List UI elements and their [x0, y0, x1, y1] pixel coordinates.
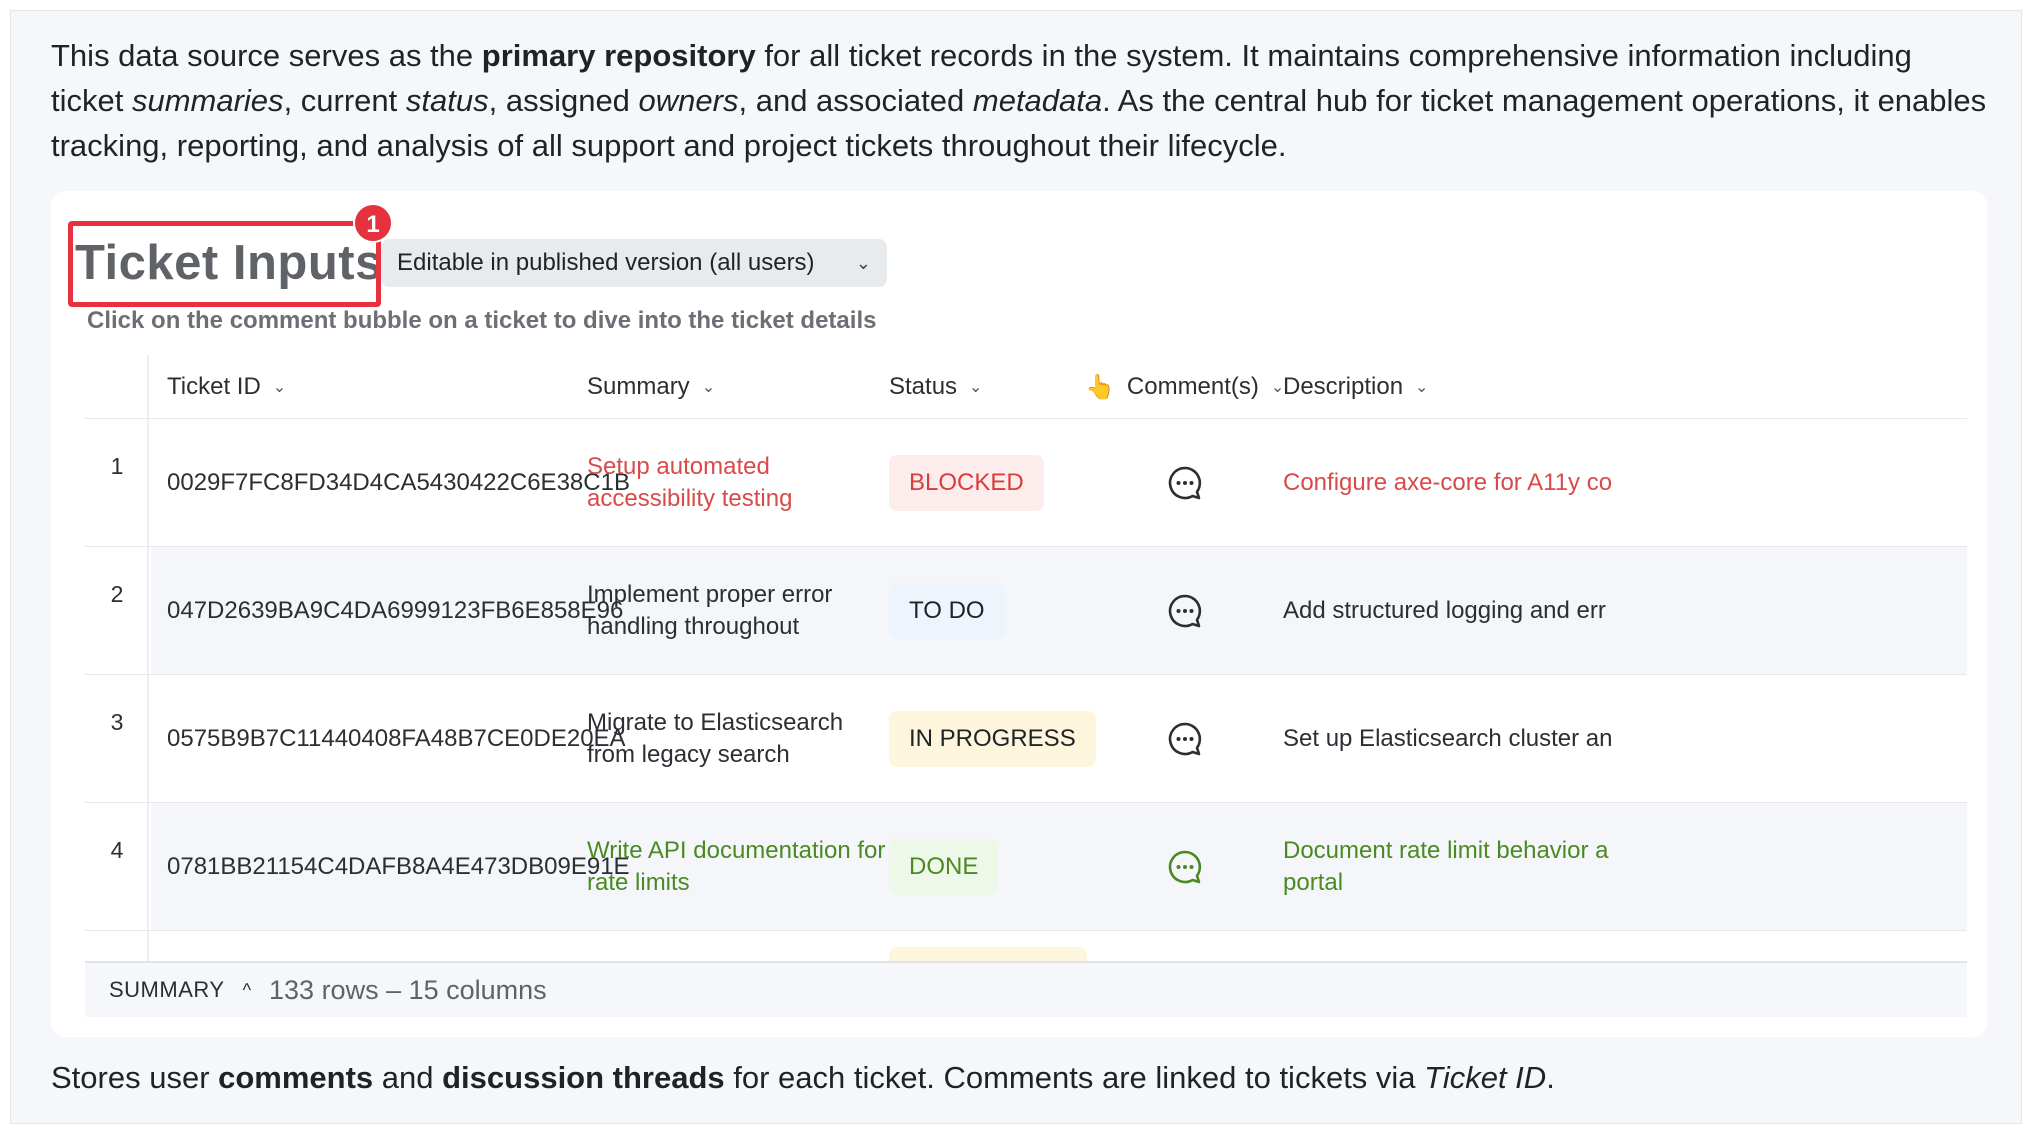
ticket-table: Ticket ID ⌄ Summary ⌄ Status ⌄ 👆 Comment…	[85, 355, 1967, 997]
row-number: 3	[110, 709, 124, 735]
table-header: Ticket ID ⌄ Summary ⌄ Status ⌄ 👆 Comment…	[85, 355, 1967, 419]
chevron-down-icon: ⌄	[272, 379, 287, 396]
card-subtitle: Click on the comment bubble on a ticket …	[87, 307, 877, 334]
ticket-id-cell[interactable]: 047D2639BA9C4DA6999123FB6E858E96	[167, 547, 623, 674]
chevron-down-icon: ⌄	[855, 252, 871, 273]
row-cells: 0029F7FC8FD34D4CA5430422C6E38C1B Setup a…	[151, 419, 1967, 546]
table-row[interactable]: 4 0781BB21154C4DAFB8A4E473DB09E91E Write…	[85, 803, 1967, 931]
highlight-box	[68, 221, 381, 307]
intro-text: , and associated	[738, 83, 973, 118]
page: This data source serves as the primary r…	[10, 10, 2022, 1124]
ticket-id-cell[interactable]: 0029F7FC8FD34D4CA5430422C6E38C1B	[167, 419, 630, 546]
summary-cell[interactable]: Setup automated accessibility testing	[587, 419, 887, 546]
description-cell[interactable]: Document rate limit behavior a portal	[1283, 803, 1633, 930]
summary-cell[interactable]: Migrate to Elasticsearch from legacy sea…	[587, 675, 887, 802]
intro-text: , assigned	[488, 83, 639, 118]
outro-text: .	[1546, 1060, 1555, 1095]
ticket-inputs-card: Ticket Inputs 1 Editable in published ve…	[51, 191, 1987, 1037]
description-cell[interactable]: Configure axe-core for A11y co	[1283, 419, 1967, 546]
table-row[interactable]: 1 0029F7FC8FD34D4CA5430422C6E38C1B Setup…	[85, 419, 1967, 547]
status-badge: IN PROGRESS	[889, 710, 1096, 767]
row-cells: 047D2639BA9C4DA6999123FB6E858E96 Impleme…	[151, 547, 1967, 674]
summary-label: SUMMARY	[109, 977, 225, 1002]
column-header-description[interactable]: Description ⌄	[1283, 355, 1428, 419]
pointing-hand-icon: 👆	[1085, 373, 1115, 401]
edit-mode-dropdown[interactable]: Editable in published version (all users…	[381, 239, 887, 287]
description-cell[interactable]: Add structured logging and err	[1283, 547, 1967, 674]
comment-bubble-icon	[1168, 466, 1202, 499]
status-cell[interactable]: TO DO	[889, 547, 1079, 674]
outro-bold: comments	[218, 1060, 374, 1095]
table-row[interactable]: 3 0575B9B7C11440408FA48B7CE0DE20EA Migra…	[85, 675, 1967, 803]
status-badge: BLOCKED	[889, 454, 1044, 511]
annotation-badge: 1	[353, 203, 393, 243]
intro-italic: metadata	[972, 83, 1103, 118]
status-cell[interactable]: IN PROGRESS	[889, 675, 1109, 802]
column-label: Description	[1283, 373, 1404, 400]
status-badge: DONE	[889, 838, 999, 895]
column-header-status[interactable]: Status ⌄	[889, 355, 982, 419]
outro-italic: Ticket ID	[1424, 1060, 1547, 1095]
intro-italic: status	[405, 83, 489, 118]
status-cell[interactable]: BLOCKED	[889, 419, 1079, 546]
comment-bubble-button[interactable]	[1165, 675, 1225, 802]
intro-text: , current	[283, 83, 406, 118]
row-number: 1	[110, 453, 124, 479]
outro-bold: discussion threads	[442, 1060, 725, 1095]
table-row[interactable]: 2 047D2639BA9C4DA6999123FB6E858E96 Imple…	[85, 547, 1967, 675]
intro-paragraph: This data source serves as the primary r…	[51, 33, 1991, 168]
row-number: 2	[110, 581, 124, 607]
chevron-down-icon: ⌄	[701, 379, 716, 396]
column-header-ticket-id[interactable]: Ticket ID ⌄	[167, 355, 286, 419]
intro-bold: primary repository	[481, 38, 756, 73]
intro-italic: owners	[638, 83, 739, 118]
summary-cell[interactable]: Write API documentation for rate limits	[587, 803, 907, 930]
edit-mode-label: Editable in published version (all users…	[397, 249, 815, 276]
comment-bubble-icon	[1168, 722, 1202, 755]
ticket-id-cell[interactable]: 0575B9B7C11440408FA48B7CE0DE20EA	[167, 675, 626, 802]
intro-text: This data source serves as the	[51, 38, 482, 73]
column-label: Comment(s)	[1126, 373, 1259, 400]
comment-bubble-icon	[1168, 594, 1202, 627]
column-header-comments[interactable]: 👆 Comment(s) ⌄	[1085, 355, 1284, 419]
status-cell[interactable]: DONE	[889, 803, 1079, 930]
intro-italic: summaries	[131, 83, 284, 118]
summary-cell[interactable]: Implement proper error handling througho…	[587, 547, 887, 674]
comment-bubble-button[interactable]	[1165, 547, 1225, 674]
status-badge: TO DO	[889, 582, 1005, 639]
outro-text: and	[373, 1060, 443, 1095]
comment-bubble-button[interactable]	[1165, 803, 1225, 930]
outro-paragraph: Stores user comments and discussion thre…	[51, 1055, 1991, 1100]
column-label: Status	[889, 373, 958, 400]
table-summary-footer[interactable]: SUMMARY ^ 133 rows – 15 columns	[85, 961, 1967, 1017]
column-label: Summary	[587, 373, 690, 400]
column-label: Ticket ID	[167, 373, 261, 400]
outro-text: Stores user	[51, 1060, 219, 1095]
comment-bubble-icon	[1168, 850, 1202, 883]
description-cell[interactable]: Set up Elasticsearch cluster an	[1283, 675, 1967, 802]
column-header-summary[interactable]: Summary ⌄	[587, 355, 715, 419]
row-cells: 0575B9B7C11440408FA48B7CE0DE20EA Migrate…	[151, 675, 1967, 802]
comment-bubble-button[interactable]	[1165, 419, 1225, 546]
outro-text: for each ticket. Comments are linked to …	[724, 1060, 1425, 1095]
row-cells: 0781BB21154C4DAFB8A4E473DB09E91E Write A…	[151, 803, 1967, 930]
row-column-count: 133 rows – 15 columns	[269, 974, 547, 1005]
chevron-down-icon: ⌄	[1415, 379, 1429, 396]
chevron-up-icon[interactable]: ^	[243, 980, 251, 1001]
chevron-down-icon: ⌄	[969, 379, 983, 396]
ticket-id-cell[interactable]: 0781BB21154C4DAFB8A4E473DB09E91E	[167, 803, 630, 930]
row-number: 4	[110, 837, 124, 863]
